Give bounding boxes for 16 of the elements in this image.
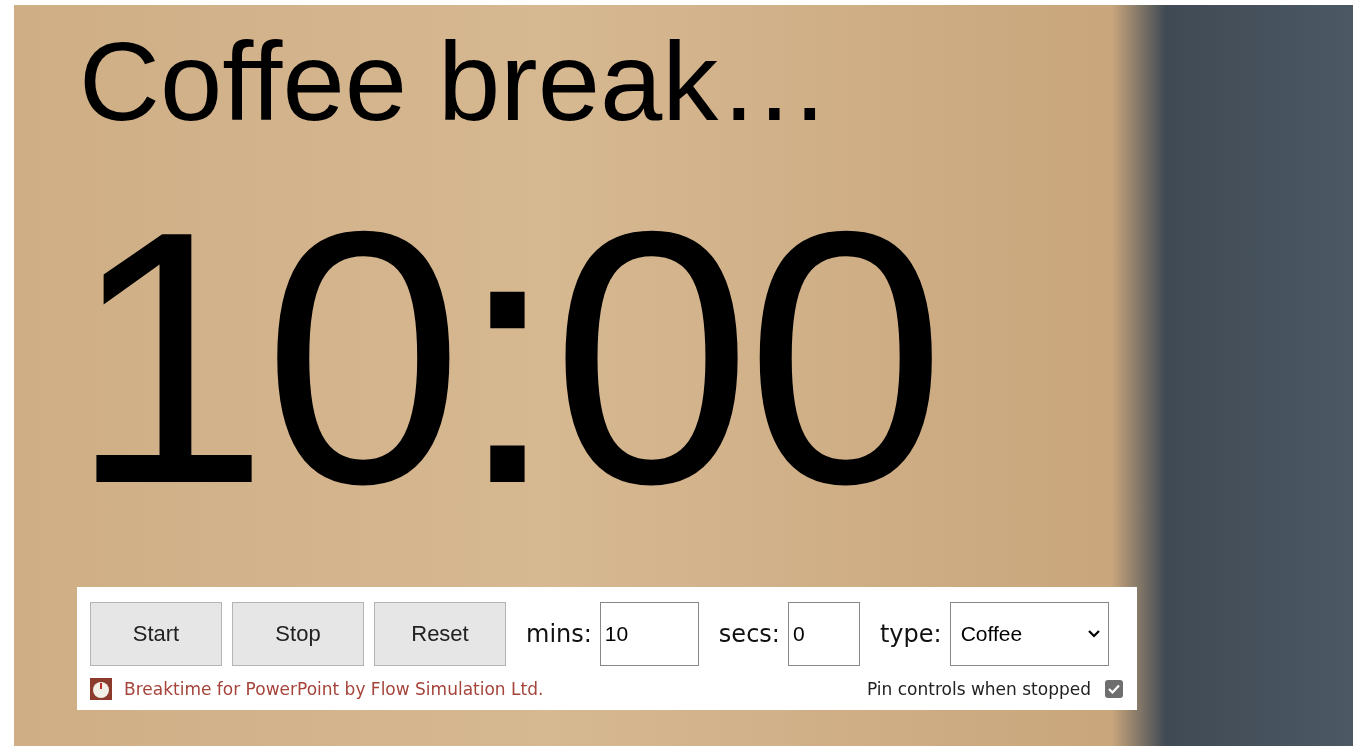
credit-link[interactable]: Breaktime for PowerPoint by Flow Simulation Ltd. [124, 679, 544, 699]
pin-checkbox[interactable] [1105, 680, 1123, 698]
control-button[interactable]: Reset [374, 602, 506, 666]
number-field[interactable]: 10 [599, 602, 699, 666]
control-button[interactable]: Stop [232, 602, 364, 666]
control-button[interactable]: Start [90, 602, 222, 666]
number-field[interactable]: 0 [787, 602, 860, 666]
type-dropdown[interactable]: Coffee [949, 602, 1109, 666]
field-label: secs: [718, 620, 780, 648]
clock-icon [90, 678, 112, 700]
field-label: type: [879, 620, 942, 648]
field-label: mins: [526, 620, 592, 648]
countdown-timer: 10:00 [69, 167, 941, 560]
pin-label: Pin controls when stopped [866, 679, 1091, 699]
break-title: Coffee break… [79, 18, 832, 146]
chevron-icon [1087, 630, 1100, 638]
